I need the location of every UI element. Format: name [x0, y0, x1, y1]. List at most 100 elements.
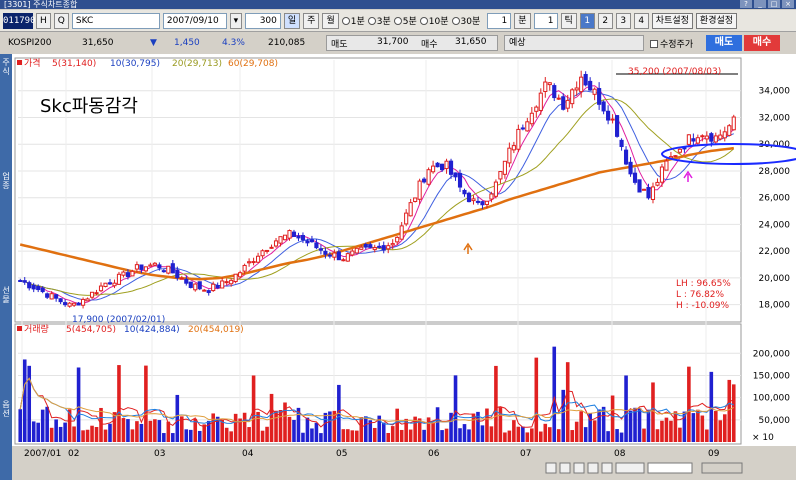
sell-order-button[interactable]: 매도 [706, 35, 742, 51]
volume-bar [624, 375, 628, 442]
help-icon[interactable]: ? [740, 0, 752, 8]
candle-body [202, 289, 207, 292]
candle-body [525, 121, 530, 132]
date-dropdown-icon[interactable]: ▾ [229, 12, 242, 29]
minute-option-10[interactable]: 10분 [419, 14, 449, 27]
zoom-in-icon[interactable] [545, 462, 557, 474]
layout-3-button[interactable]: 3 [615, 12, 631, 29]
candle-body [475, 200, 481, 203]
left-tab-options[interactable]: 옵션 [1, 400, 11, 418]
volume-bar [287, 416, 292, 442]
candle-body [673, 155, 678, 158]
volume-bar [233, 413, 238, 442]
volume-bar [63, 422, 67, 442]
period-week-button[interactable]: 주 [303, 12, 320, 29]
minute-option-3[interactable]: 3분 [367, 14, 391, 27]
candle-body [655, 181, 660, 186]
candle-body [718, 134, 723, 140]
minute-option-30[interactable]: 30분 [451, 14, 480, 27]
change-rate: 4.3% [222, 38, 245, 48]
volume-bar [305, 417, 310, 442]
chart-settings-button[interactable]: 차트설정 [651, 12, 693, 29]
high-label: 35,200 (2007/08/03) [628, 67, 721, 77]
volume-bar [534, 357, 539, 442]
candle-body [130, 270, 135, 277]
volume-bar [310, 428, 314, 442]
candle-body [480, 201, 485, 206]
minimize-icon[interactable]: _ [754, 0, 766, 8]
left-tab-stock[interactable]: 주식 [1, 58, 11, 76]
env-settings-button[interactable]: 환경설정 [695, 12, 738, 29]
candle-body [529, 112, 534, 125]
minute-unit-button[interactable]: 분 [514, 12, 531, 29]
volume-bar [431, 422, 435, 442]
tick-unit-button[interactable]: 틱 [560, 12, 577, 29]
volume-bar [660, 420, 664, 442]
stock-chart[interactable]: 18,00020,00022,00024,00026,00028,00030,0… [12, 54, 796, 480]
volume-bar [54, 419, 58, 442]
candle-body [462, 189, 467, 195]
search-icon[interactable]: Q [53, 12, 69, 29]
chart-scrollbar[interactable] [701, 462, 743, 474]
volume-bar [696, 409, 700, 442]
candle-body [233, 273, 238, 283]
bid-ask-box: 매도 31,700 매수 31,650 [326, 35, 498, 51]
volume-bar [494, 365, 498, 442]
volume-bar [301, 432, 305, 442]
candle-body [251, 261, 256, 264]
volume-bar [646, 409, 651, 442]
left-tab-futures[interactable]: 선물 [1, 286, 11, 304]
minute-value-field[interactable]: 1 [487, 12, 512, 29]
volume-bar [579, 411, 583, 442]
volume-bar [516, 426, 521, 442]
candle-body [89, 291, 95, 298]
volume-bar [467, 429, 471, 442]
candle-body [570, 89, 575, 105]
chart-area[interactable]: 18,000 20,000 22,000 24,000 26,000 28,000 30,0… [12, 54, 796, 480]
period-month-button[interactable]: 월 [322, 12, 339, 29]
layout-4-button[interactable]: 4 [633, 12, 649, 29]
tick-value-field[interactable]: 1 [533, 12, 558, 29]
left-tab-sector[interactable]: 업종 [1, 172, 11, 190]
candle-body [359, 246, 364, 250]
price-tick-label: 22,000 [759, 247, 791, 257]
scroll-icon[interactable] [601, 462, 613, 474]
minute-option-5[interactable]: 5분 [393, 14, 417, 27]
volume-bar [731, 384, 736, 442]
layout-2-button[interactable]: 2 [597, 12, 613, 29]
date-field[interactable]: 2007/09/10 [162, 12, 227, 29]
volume-bar [18, 409, 23, 442]
window-controls: ? _ □ × [740, 0, 794, 8]
candle-body [588, 80, 593, 91]
close-icon[interactable]: × [782, 0, 794, 8]
volume-bar [171, 433, 175, 442]
line-style-dropdown[interactable] [647, 462, 693, 474]
volume-tick-label: 200,000 [753, 349, 790, 359]
volume-bar [700, 415, 705, 442]
zoom-reset-icon[interactable] [573, 462, 585, 474]
candle-body [417, 180, 422, 200]
layout-1-button[interactable]: 1 [579, 12, 595, 29]
stock-name-field[interactable]: SKC [71, 12, 160, 29]
count-field[interactable]: 300 [244, 12, 281, 29]
adjusted-price-checkbox[interactable]: 수정주가 [650, 37, 693, 50]
maximize-icon[interactable]: □ [768, 0, 780, 8]
stock-code-field[interactable]: 011790 [3, 12, 36, 29]
current-price: 31,650 [82, 38, 114, 48]
color-picker-icon[interactable] [615, 462, 645, 474]
price-tick-label: 26,000 [759, 194, 791, 204]
candle-body [520, 127, 525, 130]
period-day-button[interactable]: 일 [283, 12, 301, 29]
volume-bar [148, 420, 153, 442]
candle-body [179, 277, 184, 280]
candle-body [413, 197, 418, 202]
h-button[interactable]: H [36, 12, 51, 29]
zoom-out-icon[interactable] [559, 462, 571, 474]
minute-option-1[interactable]: 1분 [341, 14, 365, 27]
buy-order-button[interactable]: 매수 [744, 35, 780, 51]
crosshair-icon[interactable] [587, 462, 599, 474]
volume-bar [547, 427, 552, 442]
volume-bar [458, 428, 462, 442]
legend-vol-ma20: 20(454,019) [188, 325, 244, 335]
candle-body [408, 202, 413, 217]
